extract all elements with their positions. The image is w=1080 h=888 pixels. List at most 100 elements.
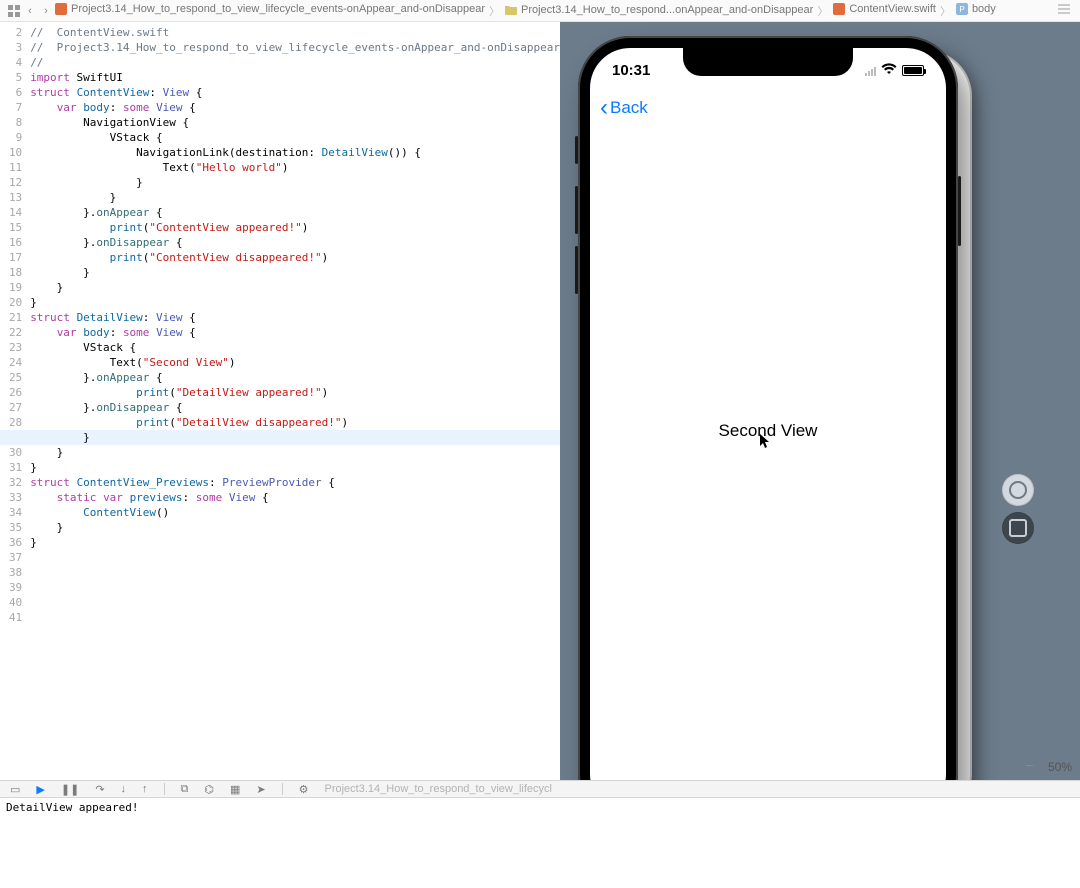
code-line[interactable]: } xyxy=(30,190,560,205)
device-volume-down xyxy=(575,246,578,294)
breadcrumb-label: Project3.14_How_to_respond...onAppear_an… xyxy=(521,4,813,16)
code-line[interactable]: struct ContentView: View { xyxy=(30,85,560,100)
console-output[interactable]: DetailView appeared! xyxy=(0,798,1080,888)
code-line[interactable]: } xyxy=(0,430,560,445)
code-line[interactable]: var body: some View { xyxy=(30,325,560,340)
source-editor[interactable]: 2345678910111213141516171819202122232425… xyxy=(0,22,560,780)
code-line[interactable]: // xyxy=(30,55,560,70)
view-debug-icon[interactable]: ⧉ xyxy=(181,783,189,796)
breadcrumb-item[interactable]: Project3.14_How_to_respond...onAppear_an… xyxy=(504,3,813,17)
code-line[interactable]: struct ContentView_Previews: PreviewProv… xyxy=(30,475,560,490)
code-line[interactable]: } xyxy=(30,460,560,475)
breadcrumb-item[interactable]: ContentView.swift xyxy=(832,2,936,16)
line-number: 24 xyxy=(0,355,22,370)
code-line[interactable]: print("ContentView appeared!") xyxy=(30,220,560,235)
line-number: 3 xyxy=(0,40,22,55)
location-icon[interactable]: ➤ xyxy=(256,783,265,796)
code-line[interactable]: }.onDisappear { xyxy=(30,400,560,415)
breadcrumb-label: body xyxy=(972,3,996,15)
line-number: 31 xyxy=(0,460,22,475)
code-line[interactable]: }.onAppear { xyxy=(30,370,560,385)
code-line[interactable]: } xyxy=(30,175,560,190)
code-line[interactable]: } xyxy=(30,535,560,550)
line-number: 33 xyxy=(0,490,22,505)
related-items-icon[interactable] xyxy=(6,3,22,19)
device-mute-switch xyxy=(575,136,578,164)
line-number: 12 xyxy=(0,175,22,190)
step-out-icon[interactable]: ↑ xyxy=(142,783,148,795)
code-line[interactable]: } xyxy=(30,445,560,460)
line-number: 8 xyxy=(0,115,22,130)
line-number: 41 xyxy=(0,610,22,625)
nav-back-icon[interactable]: ‹ xyxy=(22,3,38,19)
chevron-right-icon: 〉 xyxy=(936,6,955,18)
code-line[interactable]: }.onAppear { xyxy=(30,205,560,220)
line-number: 38 xyxy=(0,565,22,580)
document-items-icon[interactable] xyxy=(1058,4,1074,17)
code-line[interactable]: import SwiftUI xyxy=(30,70,560,85)
device-notch xyxy=(683,48,853,76)
nav-back-button[interactable]: ‹ Back xyxy=(600,96,648,120)
code-line[interactable]: Text("Hello world") xyxy=(30,160,560,175)
pause-icon[interactable]: ❚❚ xyxy=(61,783,79,796)
process-name[interactable]: Project3.14_How_to_respond_to_view_lifec… xyxy=(325,783,552,795)
nav-back-label: Back xyxy=(610,98,648,118)
code-line[interactable]: }.onDisappear { xyxy=(30,235,560,250)
code-line[interactable]: } xyxy=(30,295,560,310)
code-line[interactable]: NavigationLink(destination: DetailView()… xyxy=(30,145,560,160)
breadcrumb-item[interactable]: Pbody xyxy=(955,2,996,16)
line-number: 26 xyxy=(0,385,22,400)
code-line[interactable]: var body: some View { xyxy=(30,100,560,115)
status-time: 10:31 xyxy=(612,62,650,79)
line-number: 28 xyxy=(0,415,22,430)
chevron-right-icon: 〉 xyxy=(813,6,832,18)
code-line[interactable]: VStack { xyxy=(30,130,560,145)
line-number: 4 xyxy=(0,55,22,70)
line-gutter: 2345678910111213141516171819202122232425… xyxy=(0,22,30,780)
memory-graph-icon[interactable]: ⌬ xyxy=(204,783,214,796)
nav-fwd-icon[interactable]: › xyxy=(38,3,54,19)
simulator-screen[interactable]: 10:31 ‹ Back Second View xyxy=(590,48,946,814)
device-side-button xyxy=(958,176,961,246)
code-line[interactable]: NavigationView { xyxy=(30,115,560,130)
code-area[interactable]: // ContentView.swift// Project3.14_How_t… xyxy=(30,22,560,780)
line-number: 2 xyxy=(0,25,22,40)
code-line[interactable]: print("DetailView disappeared!") xyxy=(30,415,560,430)
svg-text:P: P xyxy=(959,5,964,14)
power-icon xyxy=(1009,481,1027,499)
code-line[interactable]: // Project3.14_How_to_respond_to_view_li… xyxy=(30,40,560,55)
folder-icon xyxy=(504,3,518,17)
device-volume-up xyxy=(575,186,578,234)
code-line[interactable]: } xyxy=(30,520,560,535)
code-line[interactable]: ContentView() xyxy=(30,505,560,520)
step-into-icon[interactable]: ↓ xyxy=(121,783,127,795)
code-line[interactable]: VStack { xyxy=(30,340,560,355)
wifi-icon xyxy=(881,63,897,78)
line-number: 23 xyxy=(0,340,22,355)
zoom-out-button[interactable]: − xyxy=(1025,758,1034,776)
line-number: 20 xyxy=(0,295,22,310)
line-number: 16 xyxy=(0,235,22,250)
preview-inspect-button[interactable] xyxy=(1002,512,1034,544)
code-line[interactable]: static var previews: some View { xyxy=(30,490,560,505)
editor-and-canvas: 2345678910111213141516171819202122232425… xyxy=(0,22,1080,780)
env-overrides-icon[interactable]: ▦ xyxy=(230,783,240,796)
line-number: 34 xyxy=(0,505,22,520)
simulator-device: 10:31 ‹ Back Second View xyxy=(578,36,958,826)
code-line[interactable]: // ContentView.swift xyxy=(30,25,560,40)
code-line[interactable]: struct DetailView: View { xyxy=(30,310,560,325)
device-frame-icon xyxy=(1009,519,1027,537)
step-over-icon[interactable]: ↷ xyxy=(95,783,104,796)
code-line[interactable]: print("ContentView disappeared!") xyxy=(30,250,560,265)
hide-debug-icon[interactable]: ▭ xyxy=(10,783,20,796)
signal-icon xyxy=(865,65,876,76)
code-line[interactable]: print("DetailView appeared!") xyxy=(30,385,560,400)
breakpoints-icon[interactable]: ▶ xyxy=(36,783,44,796)
code-line[interactable]: } xyxy=(30,265,560,280)
divider xyxy=(164,783,165,795)
code-line[interactable]: } xyxy=(30,280,560,295)
preview-play-button[interactable] xyxy=(1002,474,1034,506)
code-line[interactable]: Text("Second View") xyxy=(30,355,560,370)
breadcrumb-item[interactable]: Project3.14_How_to_respond_to_view_lifec… xyxy=(54,2,485,16)
line-number: 14 xyxy=(0,205,22,220)
